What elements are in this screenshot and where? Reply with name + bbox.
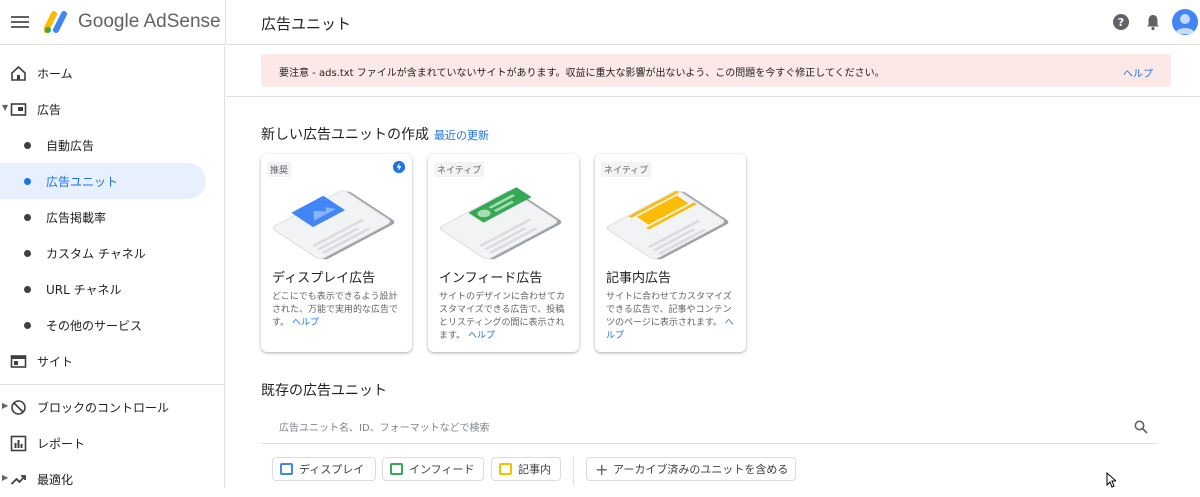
sidebar-item-label: 広告掲載率	[46, 210, 107, 225]
bolt-badge-icon	[393, 161, 405, 173]
display-ads-card[interactable]: 推奨 ディスプレイ広告 どこにでも表示できるよう設計された、万能で実用的な広告で…	[261, 154, 412, 352]
bullet-icon	[24, 286, 31, 293]
sites-browser-icon	[10, 355, 27, 368]
ad-frame-icon	[10, 103, 27, 116]
sidebar-item-custom-channels[interactable]: カスタム チャネル	[0, 235, 206, 271]
sidebar-item-label: 広告	[37, 102, 62, 117]
plus-icon: +	[595, 460, 609, 479]
card-description-text: サイトに合わせてカスタマイズできる広告で、記事やコンテンツのページに表示されます…	[606, 292, 732, 328]
sidebar-item-label: サイト	[37, 354, 74, 369]
card-description: どこにでも表示できるよう設計された、万能で実用的な広告です。 ヘルプ	[272, 291, 402, 330]
bullet-icon	[24, 214, 31, 221]
main-menu-icon[interactable]	[10, 13, 30, 31]
display-ad-illustration	[272, 190, 395, 260]
block-icon	[11, 400, 26, 415]
sidebar-item-ads[interactable]: ▼ 広告	[0, 91, 206, 127]
filter-chip-in-article[interactable]: 記事内	[491, 457, 561, 481]
caret-right-icon: ▶	[2, 473, 9, 482]
caret-right-icon: ▶	[2, 401, 9, 410]
header-divider	[225, 0, 226, 45]
sidebar-item-label: URL チャネル	[46, 282, 122, 297]
filter-chip-in-feed[interactable]: インフィード	[382, 457, 484, 481]
chip-label: ディスプレイ	[299, 463, 365, 476]
create-ad-unit-heading: 新しい広告ユニットの作成	[261, 127, 429, 143]
bullet-icon	[24, 322, 31, 329]
sidebar-item-label: ホーム	[37, 66, 73, 81]
sidebar-nav: ホーム ▼ 広告 自動広告 広告ユニット 広告掲載率 カスタム チャネル URL…	[0, 46, 225, 488]
caret-down-icon: ▼	[2, 103, 9, 112]
filter-chip-display[interactable]: ディスプレイ	[272, 457, 376, 481]
sidebar-item-reports[interactable]: レポート	[0, 425, 206, 461]
user-silhouette-icon	[1175, 14, 1195, 34]
svg-text:?: ?	[1118, 16, 1124, 29]
ad-unit-search-input[interactable]	[279, 420, 1099, 436]
product-name: Google AdSense	[78, 11, 221, 32]
sidebar-item-blocking-controls[interactable]: ▶ ブロックのコントロール	[0, 389, 206, 425]
sidebar-item-ad-units[interactable]: 広告ユニット	[0, 163, 206, 199]
sidebar-item-optimization[interactable]: ▶ 最適化	[0, 461, 206, 497]
in-article-ads-card[interactable]: ネイティブ 記事内広告 サイトに合わせてカスタマイズできる広告で、記事やコンテン…	[595, 154, 746, 352]
existing-ad-units-heading: 既存の広告ユニット	[261, 383, 387, 399]
card-title: ディスプレイ広告	[272, 271, 376, 286]
top-app-bar: Google AdSense 広告ユニット ?	[0, 0, 1200, 45]
sidebar-item-auto-ads[interactable]: 自動広告	[0, 127, 206, 163]
card-tag: ネイティブ	[601, 162, 652, 177]
card-description-text: サイトのデザインに合わせてカスタマイズできる広告で、投稿とリスティングの間に表示…	[439, 292, 566, 341]
in-article-format-icon	[499, 463, 512, 475]
card-description: サイトのデザインに合わせてカスタマイズできる広告で、投稿とリスティングの間に表示…	[439, 291, 569, 343]
bullet-icon	[24, 178, 31, 185]
chip-label: アーカイブ済みのユニットを含める	[613, 463, 789, 476]
sidebar-item-label: レポート	[37, 436, 86, 451]
recent-updates-link[interactable]: 最近の更新	[434, 127, 489, 143]
trending-up-icon	[10, 475, 26, 485]
sidebar-item-label: その他のサービス	[46, 318, 143, 333]
help-icon[interactable]: ?	[1112, 13, 1130, 31]
card-help-link[interactable]: ヘルプ	[468, 331, 495, 341]
content-divider	[226, 96, 1200, 97]
in-feed-ads-card[interactable]: ネイティブ インフィード広告 サイトのデザインに合わせてカスタマイズできる広告で…	[428, 154, 579, 352]
bullet-icon	[24, 142, 31, 149]
home-icon	[11, 65, 26, 81]
mouse-cursor-icon	[1106, 472, 1116, 488]
adsense-logo-icon	[44, 11, 67, 33]
sidebar-item-label: カスタム チャネル	[46, 246, 146, 261]
card-title: インフィード広告	[439, 271, 543, 286]
ad-unit-search-bar	[261, 412, 1158, 444]
sidebar-item-label: 最適化	[37, 472, 74, 487]
display-format-icon	[280, 463, 293, 475]
search-icon[interactable]	[1134, 420, 1148, 434]
card-title: 記事内広告	[606, 271, 672, 286]
chip-label: 記事内	[518, 463, 551, 476]
ads-txt-warning-banner: 要注意 - ads.txt ファイルが含まれていないサイトがあります。収益に重大…	[261, 54, 1171, 87]
card-help-link[interactable]: ヘルプ	[292, 318, 319, 328]
card-description: サイトに合わせてカスタマイズできる広告で、記事やコンテンツのページに表示されます…	[606, 291, 736, 343]
in-article-ad-illustration	[606, 190, 729, 260]
card-description-text: どこにでも表示できるよう設計された、万能で実用的な広告です。	[272, 292, 399, 328]
card-tag: ネイティブ	[434, 162, 485, 177]
include-archived-chip[interactable]: + アーカイブ済みのユニットを含める	[586, 457, 796, 481]
sidebar-item-label: 自動広告	[46, 138, 95, 153]
sidebar-item-label: 広告ユニット	[46, 174, 119, 189]
bullet-icon	[24, 250, 31, 257]
in-feed-format-icon	[390, 463, 403, 475]
card-tag: 推奨	[267, 162, 292, 177]
reports-chart-icon	[10, 435, 27, 452]
sidebar-item-label: ブロックのコントロール	[37, 400, 170, 415]
chip-label: インフィード	[409, 463, 475, 476]
sidebar-item-sites[interactable]: サイト	[0, 343, 206, 379]
notifications-bell-icon[interactable]	[1144, 13, 1162, 31]
chip-divider	[573, 456, 574, 486]
sidebar-divider	[0, 384, 225, 385]
sidebar-item-home[interactable]: ホーム	[0, 55, 206, 91]
sidebar-item-url-channels[interactable]: URL チャネル	[0, 271, 206, 307]
page-title: 広告ユニット	[261, 15, 352, 33]
alert-help-link[interactable]: ヘルプ	[1123, 65, 1153, 80]
sidebar-item-ad-coverage[interactable]: 広告掲載率	[0, 199, 206, 235]
account-avatar[interactable]	[1172, 9, 1198, 35]
alert-message: 要注意 - ads.txt ファイルが含まれていないサイトがあります。収益に重大…	[279, 68, 885, 79]
sidebar-item-other-services[interactable]: その他のサービス	[0, 307, 206, 343]
in-feed-ad-illustration	[439, 187, 562, 260]
